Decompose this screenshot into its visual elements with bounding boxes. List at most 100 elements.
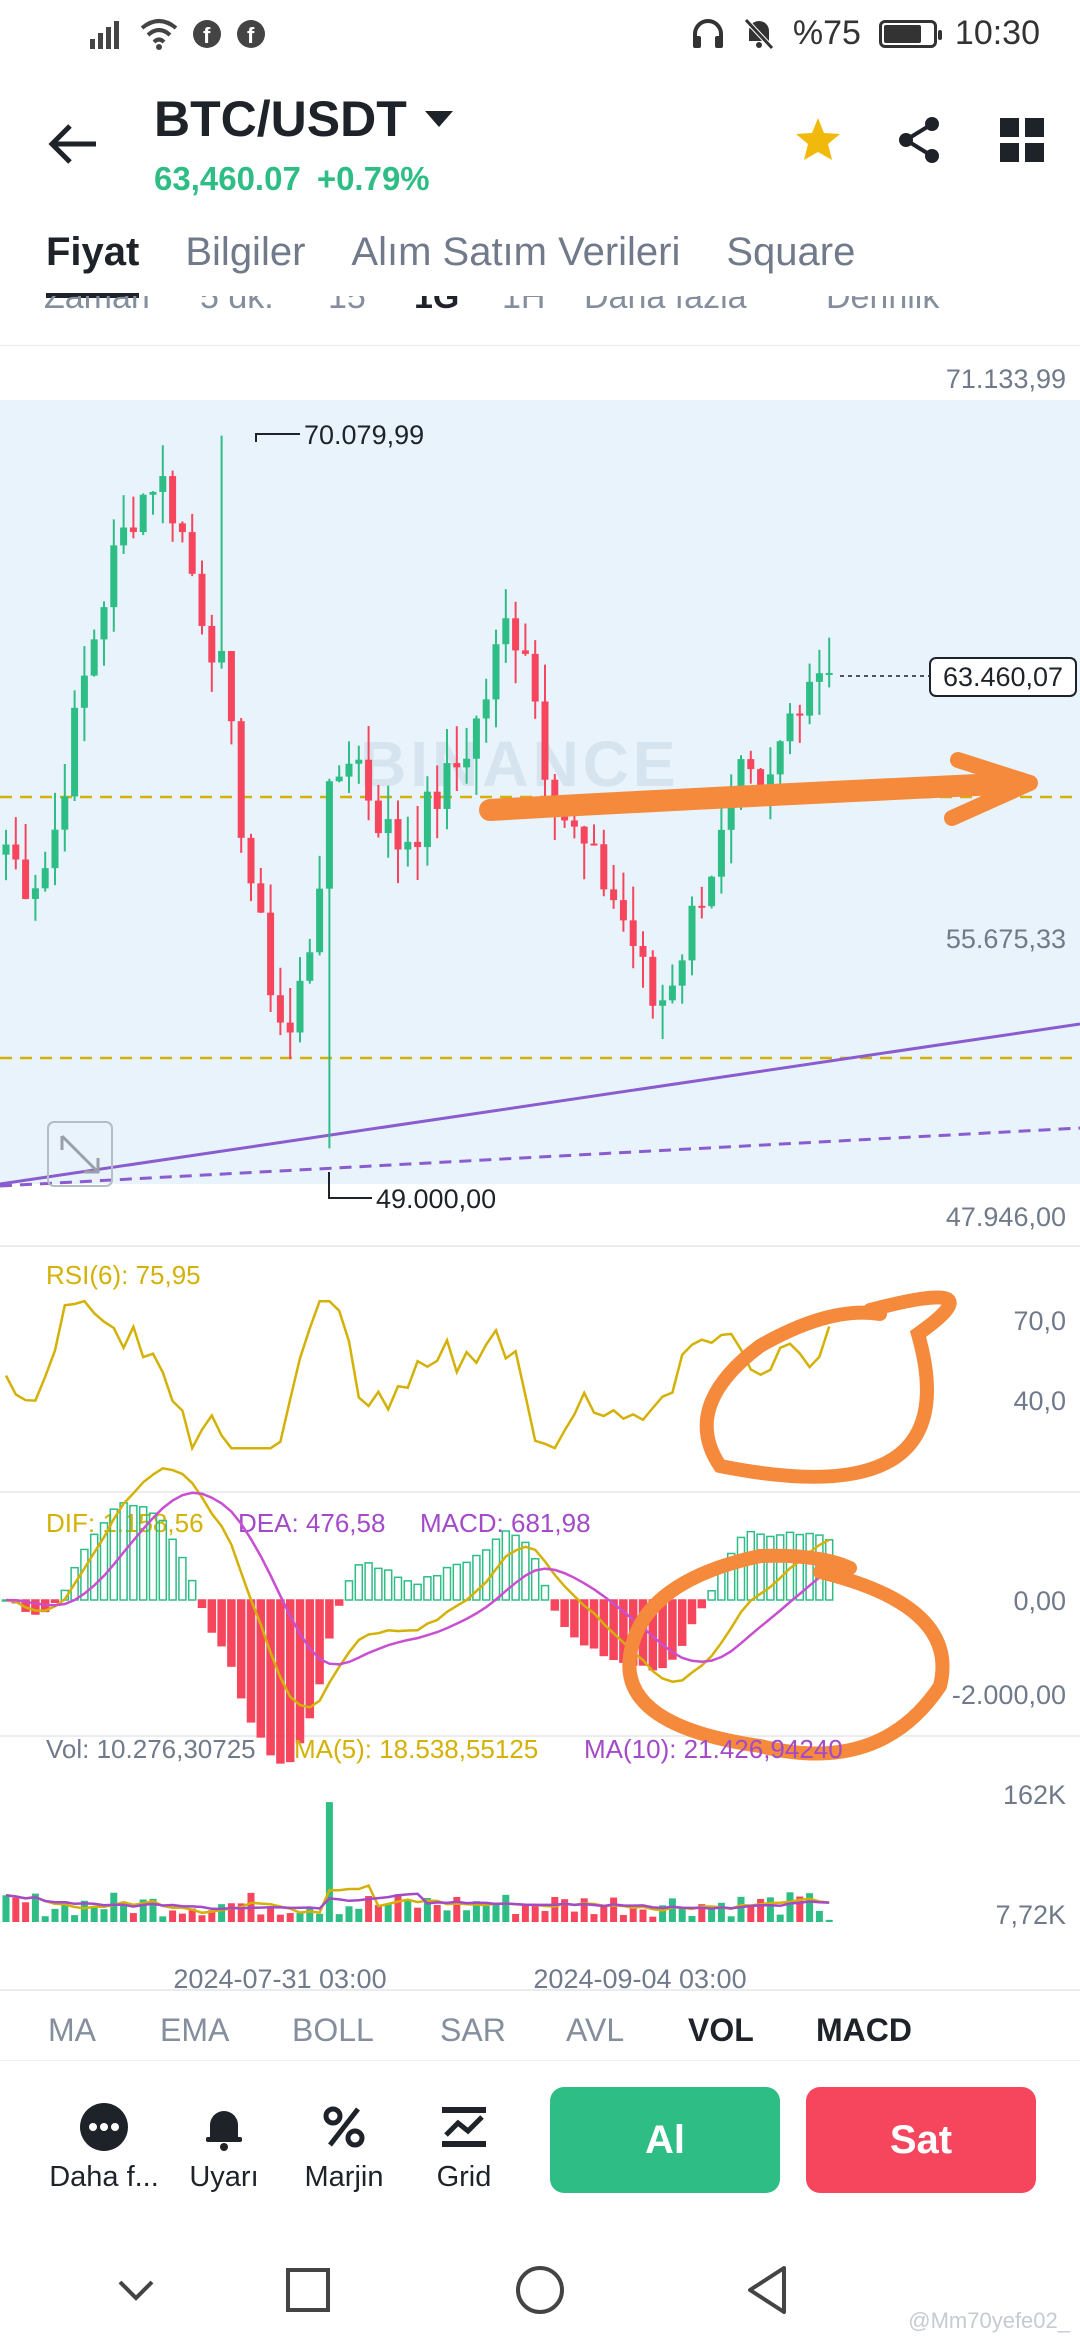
candle-body	[267, 912, 275, 996]
candle-body	[296, 980, 304, 1033]
sell-button[interactable]: Sat	[806, 2087, 1036, 2193]
candle-body	[825, 672, 833, 675]
grid-layout-icon[interactable]	[994, 112, 1050, 168]
volume-bar	[815, 1910, 823, 1922]
watermark-credit: @Mm70yefe02_	[908, 2308, 1070, 2333]
chart-area[interactable]: BINANCE 70.079,99 49.000,00 71.133,99 55…	[0, 346, 1080, 2006]
candle-body	[394, 819, 402, 850]
volume-bar	[482, 1905, 490, 1922]
tab-trading-data[interactable]: Alım Satım Verileri	[351, 222, 680, 302]
indicator-ma[interactable]: MA	[48, 2012, 96, 2049]
bottom-action-bar: Daha f... Uyarı Marjin Grid Al Sat	[0, 2060, 1080, 2240]
tab-bilgiler[interactable]: Bilgiler	[185, 222, 305, 302]
candle-body	[463, 758, 471, 768]
more-button[interactable]: Daha f...	[44, 2101, 164, 2194]
candle-body	[482, 699, 490, 719]
timeframe-zaman[interactable]: Zaman	[44, 296, 150, 317]
volume-bar	[129, 1913, 137, 1922]
current-price-tag: 63.460,07	[929, 657, 1077, 697]
clock: 10:30	[954, 14, 1040, 52]
svg-text:f: f	[247, 23, 255, 48]
candle-body	[325, 781, 333, 889]
volume-bar	[22, 1902, 30, 1922]
grid-button[interactable]: Grid	[404, 2101, 524, 2194]
date-label-1: 2024-07-31 03:00	[173, 1964, 386, 1994]
candle-body	[590, 843, 598, 846]
watermark: BINANCE	[360, 728, 680, 800]
candle-body	[41, 868, 49, 889]
candle-body	[61, 796, 69, 830]
recents-icon[interactable]	[280, 2262, 336, 2318]
macd-histogram-bar	[432, 1574, 442, 1601]
macd-histogram-bar	[266, 1599, 275, 1756]
volume-bar	[276, 1914, 284, 1922]
macd-dif-label: DIF: 1.158,56	[46, 1508, 204, 1538]
margin-button[interactable]: Marjin	[284, 2101, 404, 2194]
share-icon[interactable]	[892, 112, 948, 168]
candle-body	[541, 701, 549, 780]
timeframe-1d[interactable]: 1G	[414, 296, 459, 317]
volume-bar	[227, 1903, 235, 1922]
price-line: 63,460.07 +0.79%	[154, 160, 430, 198]
volume-bar	[433, 1904, 441, 1922]
candle-body	[678, 960, 686, 986]
grid-bot-icon	[442, 2107, 486, 2147]
system-nav-bar: @Mm70yefe02_	[0, 2240, 1080, 2340]
star-icon[interactable]	[790, 112, 846, 168]
candle-body	[512, 618, 520, 651]
candle-body	[335, 776, 343, 782]
volume-bar	[619, 1915, 627, 1922]
candle-body	[717, 829, 725, 877]
timeframe-5m[interactable]: 5 dk.	[200, 296, 274, 317]
volume-bar	[90, 1907, 98, 1922]
buy-button[interactable]: Al	[550, 2087, 780, 2193]
tab-square[interactable]: Square	[726, 222, 855, 302]
chevron-down-icon[interactable]	[108, 2262, 164, 2318]
candle-body	[169, 476, 177, 524]
timeframe-more[interactable]: Daha fazla	[584, 296, 747, 317]
candle-body	[688, 905, 696, 961]
candle-body	[208, 625, 216, 663]
volume-bar	[404, 1899, 412, 1922]
battery-icon	[878, 19, 942, 48]
candle-body	[159, 476, 167, 492]
indicator-ema[interactable]: EMA	[160, 2012, 229, 2049]
candle-body	[149, 491, 157, 495]
volume-bar	[649, 1916, 657, 1922]
indicator-macd[interactable]: MACD	[816, 2012, 912, 2049]
volume-bar	[551, 1896, 559, 1922]
depth-tab[interactable]: Derinlik	[826, 296, 939, 317]
candle-body	[100, 607, 108, 640]
home-icon[interactable]	[512, 2262, 568, 2318]
volume-bar	[757, 1898, 765, 1922]
chart-svg[interactable]: BINANCE 70.079,99 49.000,00 71.133,99 55…	[0, 346, 1080, 2006]
indicator-avl[interactable]: AVL	[566, 2012, 624, 2049]
volume-bar	[806, 1893, 814, 1922]
volume-bar	[678, 1908, 686, 1922]
candle-body	[2, 844, 10, 855]
price-axis-bottom: 47.946,00	[946, 1202, 1066, 1232]
volume-bar	[51, 1908, 59, 1922]
macd-histogram-bar	[452, 1563, 462, 1601]
candle-body	[639, 945, 647, 957]
volume-bar	[580, 1898, 588, 1922]
back-triangle-icon[interactable]	[740, 2262, 796, 2318]
pair-selector[interactable]: BTC/USDT	[154, 90, 453, 148]
volume-bar	[717, 1902, 725, 1922]
percent-icon	[323, 2106, 365, 2148]
timeframe-15[interactable]: 15	[328, 296, 366, 317]
candle-body	[188, 532, 196, 574]
candle-body	[796, 713, 804, 716]
indicator-sar[interactable]: SAR	[440, 2012, 506, 2049]
grid-label: Grid	[436, 2161, 492, 2193]
timeframe-1w[interactable]: 1H	[502, 296, 545, 317]
macd-histogram-bar	[413, 1583, 422, 1601]
signal-icon	[90, 21, 119, 49]
price-axis-mid: 55.675,33	[946, 924, 1066, 954]
tab-fiyat[interactable]: Fiyat	[46, 222, 140, 298]
indicator-vol[interactable]: VOL	[688, 2012, 754, 2049]
indicator-boll[interactable]: BOLL	[292, 2012, 374, 2049]
alert-button[interactable]: Uyarı	[164, 2101, 284, 2194]
back-arrow-icon[interactable]	[46, 116, 102, 172]
candle-body	[492, 644, 500, 700]
